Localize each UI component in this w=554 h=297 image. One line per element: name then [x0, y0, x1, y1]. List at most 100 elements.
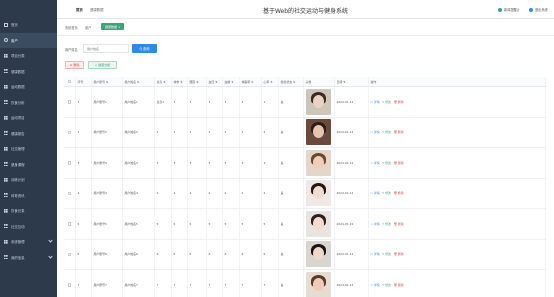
sidebar-item-label: 运动项目: [11, 116, 25, 121]
sidebar-item-label: 训练计划: [11, 178, 25, 183]
cell-avatar: [304, 270, 335, 297]
detail-button[interactable]: ▭ 详情: [371, 252, 380, 256]
edit-button[interactable]: ✎ 修改: [382, 161, 391, 165]
sidebar-item-1[interactable]: 用户: [0, 32, 57, 48]
edit-button[interactable]: ✎ 修改: [382, 130, 391, 134]
column-header[interactable]: 健康状态 ⇅: [279, 77, 304, 86]
row-checkbox[interactable]: [67, 130, 72, 134]
cell-index: 7: [76, 270, 92, 297]
table-row: 1 用户账号1 用户姓名1 身高1 1 1 1 1 1 1 良 2024-01-12 ▭ 详情 ✎ 修改 🗑…: [64, 87, 546, 118]
row-delete-button[interactable]: 🗑 删除: [393, 161, 403, 165]
sidebar-item-5[interactable]: 饮食分析: [0, 95, 57, 111]
column-header[interactable]: 心率 ⇅: [262, 77, 279, 86]
row-delete-button[interactable]: 🗑 删除: [393, 100, 403, 104]
detail-button[interactable]: ▭ 详情: [371, 100, 380, 104]
cell-heart: 2: [262, 117, 279, 147]
grid-icon: [4, 53, 8, 58]
sidebar-item-15[interactable]: 我的信息: [0, 250, 57, 266]
cell-account: 用户账号2: [92, 117, 123, 147]
cell-status: 良: [279, 117, 304, 147]
cell-heart: 4: [262, 178, 279, 208]
breadcrumb-user[interactable]: 用户: [85, 25, 91, 30]
cell-actions: ▭ 详情 ✎ 修改 🗑 删除: [369, 148, 546, 178]
edit-button[interactable]: ✎ 修改: [382, 222, 391, 226]
sidebar-item-13[interactable]: 社交互动: [0, 219, 57, 235]
select-all-checkbox[interactable]: [67, 79, 72, 84]
user-icon: [4, 38, 8, 43]
row-checkbox[interactable]: [67, 191, 72, 195]
logout-link[interactable]: 退出系统: [529, 7, 548, 12]
search-button[interactable]: Q 查询: [132, 44, 157, 53]
cell-sugar: 5: [223, 209, 240, 239]
sidebar-item-10[interactable]: 训练计划: [0, 172, 57, 188]
sidebar-item-4[interactable]: 运动数据: [0, 79, 57, 95]
edit-button[interactable]: ✎ 修改: [382, 100, 391, 104]
breadcrumb-home[interactable]: 系统首页: [65, 25, 78, 30]
app-title: 基于Web的社交运动与健身系统: [262, 8, 349, 15]
column-header[interactable]: 血糖 ⇅: [223, 77, 240, 86]
column-header[interactable]: 用户姓名 ⇅: [123, 77, 155, 86]
sidebar-item-label: 运动数据: [11, 85, 25, 90]
edit-button[interactable]: ✎ 修改: [382, 191, 391, 195]
row-checkbox[interactable]: [67, 222, 72, 226]
avatar-face: [312, 125, 324, 139]
sidebar-item-2[interactable]: 项目分类: [0, 48, 57, 64]
sidebar-item-11[interactable]: 体育资讯: [0, 188, 57, 204]
cell-fat: 5: [240, 209, 262, 239]
row-checkbox[interactable]: [67, 252, 72, 256]
cell-heart: 6: [262, 239, 279, 269]
column-header[interactable]: 体脂率 ⇅: [240, 77, 262, 86]
sidebar-item-9[interactable]: 健身课程: [0, 157, 57, 173]
column-header[interactable]: 体重 ⇅: [172, 77, 188, 86]
row-checkbox[interactable]: [67, 283, 72, 287]
column-header: 头像: [304, 77, 335, 86]
breadcrumb-active-tag[interactable]: 健康数据 ×: [101, 23, 125, 30]
cell-fat: 3: [240, 148, 262, 178]
row-delete-button[interactable]: 🗑 删除: [393, 191, 403, 195]
cell-bp: 2: [207, 117, 223, 147]
cell-date: 2024-01-12: [335, 239, 369, 269]
cell-bp: 4: [207, 178, 223, 208]
sidebar-item-3[interactable]: 健康数据: [0, 64, 57, 80]
row-delete-button[interactable]: 🗑 删除: [393, 130, 403, 134]
cell-bp: 5: [207, 209, 223, 239]
grid-icon: [4, 193, 8, 198]
messages-link[interactable]: 新闻提醒(): [498, 7, 519, 12]
row-select-cell: [64, 148, 76, 178]
column-header[interactable]: 用户账号 ⇅: [92, 77, 123, 86]
row-delete-button[interactable]: 🗑 删除: [393, 283, 403, 287]
detail-button[interactable]: ▭ 详情: [371, 191, 380, 195]
delete-button[interactable]: ⊖ 删除: [65, 61, 84, 69]
row-delete-button[interactable]: 🗑 删除: [393, 252, 403, 256]
add-health-button[interactable]: + 健康分析: [88, 61, 117, 69]
column-header[interactable]: 腰围 ⇅: [188, 77, 207, 86]
edit-button[interactable]: ✎ 修改: [382, 283, 391, 287]
sidebar-item-12[interactable]: 饮食记录: [0, 203, 57, 219]
detail-button[interactable]: ▭ 详情: [371, 130, 380, 134]
detail-button[interactable]: ▭ 详情: [371, 222, 380, 226]
avatar-face: [312, 94, 324, 108]
row-checkbox[interactable]: [67, 161, 72, 165]
column-header[interactable]: 身高 ⇅: [155, 77, 172, 86]
column-header[interactable]: 日期 ⇅: [335, 77, 369, 86]
grid-icon: [4, 239, 8, 244]
detail-button[interactable]: ▭ 详情: [371, 283, 380, 287]
detail-button[interactable]: ▭ 详情: [371, 161, 380, 165]
cell-height: 6: [155, 239, 172, 269]
column-header[interactable]: 血压 ⇅: [207, 77, 223, 86]
chevron-down-icon: [48, 253, 53, 259]
sidebar-item-6[interactable]: 运动项目: [0, 110, 57, 126]
sidebar-item-14[interactable]: 系统管理: [0, 234, 57, 250]
cell-date: 2024-01-12: [335, 148, 369, 178]
cell-waist: 3: [188, 148, 207, 178]
search-input[interactable]: [83, 44, 129, 53]
row-checkbox[interactable]: [67, 100, 72, 104]
edit-button[interactable]: ✎ 修改: [382, 252, 391, 256]
cell-waist: 7: [188, 270, 207, 297]
row-delete-button[interactable]: 🗑 删除: [393, 222, 403, 226]
sidebar-item-8[interactable]: 社交管理: [0, 141, 57, 157]
avatar-face: [312, 277, 324, 291]
sidebar-item-label: 用户: [11, 38, 18, 43]
sidebar-item-0[interactable]: 首页: [0, 17, 57, 33]
sidebar-item-7[interactable]: 健康报告: [0, 126, 57, 142]
